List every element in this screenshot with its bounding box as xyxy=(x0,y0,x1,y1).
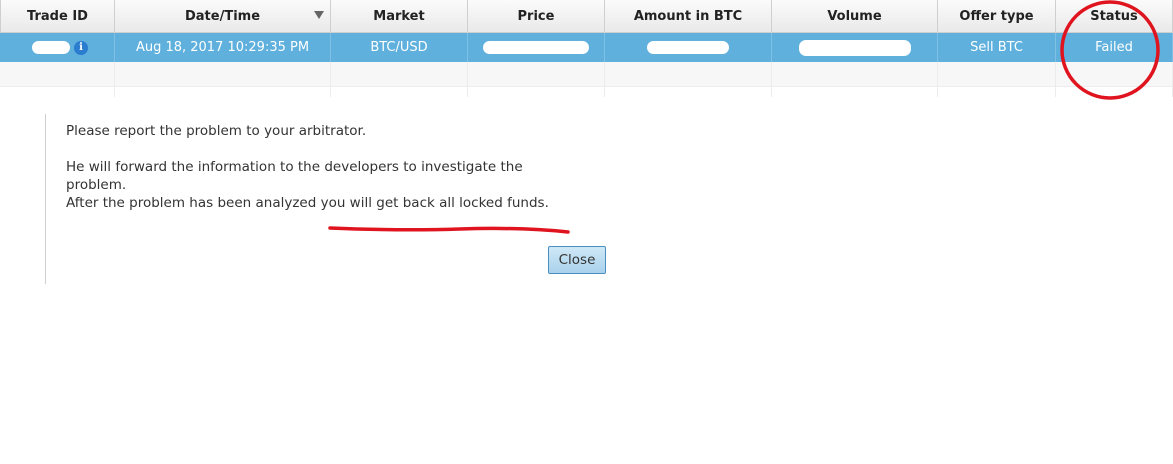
empty-cell xyxy=(605,62,772,86)
dialog-message: Please report the problem to your arbitr… xyxy=(66,122,566,212)
cell-offer-type: Sell BTC xyxy=(938,33,1056,62)
date-time-value: Aug 18, 2017 10:29:35 PM xyxy=(135,40,310,55)
header-amount[interactable]: Amount in BTC xyxy=(605,0,772,32)
header-volume[interactable]: Volume xyxy=(772,0,938,32)
header-market-label: Market xyxy=(373,8,425,24)
header-date-time[interactable]: Date/Time xyxy=(115,0,331,32)
empty-cell xyxy=(115,62,331,86)
cell-price xyxy=(468,33,605,62)
empty-cell xyxy=(605,87,772,97)
header-volume-label: Volume xyxy=(827,8,882,24)
empty-cell xyxy=(0,87,115,97)
table-header: Trade ID Date/Time Market Price Amount i… xyxy=(0,0,1173,33)
close-button[interactable]: Close xyxy=(548,246,606,274)
cell-volume xyxy=(772,33,938,62)
header-offer-type[interactable]: Offer type xyxy=(938,0,1056,32)
header-market[interactable]: Market xyxy=(331,0,468,32)
header-price[interactable]: Price xyxy=(468,0,605,32)
trades-table: Trade ID Date/Time Market Price Amount i… xyxy=(0,0,1173,97)
trade-history-page: Trade ID Date/Time Market Price Amount i… xyxy=(0,0,1173,464)
header-amount-label: Amount in BTC xyxy=(633,8,743,24)
header-price-label: Price xyxy=(517,8,555,24)
empty-cell xyxy=(331,87,468,97)
header-offer-type-label: Offer type xyxy=(959,8,1034,24)
dialog-line-report: Please report the problem to your arbitr… xyxy=(66,123,367,139)
offer-type-value: Sell BTC xyxy=(970,40,1023,55)
info-icon[interactable]: i xyxy=(74,40,88,55)
dialog-line-forward: He will forward the information to the d… xyxy=(66,159,523,193)
empty-cell xyxy=(772,62,938,86)
header-trade-id[interactable]: Trade ID xyxy=(0,0,115,32)
cell-market: BTC/USD xyxy=(331,33,468,62)
empty-cell xyxy=(468,87,605,97)
empty-cell xyxy=(115,87,331,97)
table-row-empty xyxy=(0,62,1173,87)
redacted-volume xyxy=(798,39,911,56)
dialog-line-funds: After the problem has been analyzed you … xyxy=(66,195,549,211)
error-dialog: Please report the problem to your arbitr… xyxy=(45,114,646,284)
header-date-time-label: Date/Time xyxy=(184,8,261,24)
empty-cell xyxy=(468,62,605,86)
header-status-label: Status xyxy=(1090,8,1138,24)
market-value: BTC/USD xyxy=(370,40,428,55)
table-row-spacer xyxy=(0,87,1173,97)
cell-date-time: Aug 18, 2017 10:29:35 PM xyxy=(115,33,331,62)
empty-cell xyxy=(1056,62,1173,86)
redacted-price xyxy=(483,41,589,54)
cell-amount xyxy=(605,33,772,62)
cell-status: Failed xyxy=(1056,33,1173,62)
cell-trade-id[interactable]: i xyxy=(0,33,115,62)
table-row[interactable]: i Aug 18, 2017 10:29:35 PM BTC/USD Sell … xyxy=(0,33,1173,62)
empty-cell xyxy=(772,87,938,97)
header-trade-id-label: Trade ID xyxy=(27,8,88,24)
empty-cell xyxy=(331,62,468,86)
empty-cell xyxy=(938,87,1056,97)
empty-cell xyxy=(0,62,115,86)
header-status[interactable]: Status xyxy=(1056,0,1173,32)
redacted-trade-id xyxy=(32,41,70,54)
sort-descending-icon xyxy=(314,11,324,19)
empty-cell xyxy=(938,62,1056,86)
redacted-amount xyxy=(647,41,729,54)
status-value: Failed xyxy=(1095,40,1133,55)
empty-cell xyxy=(1056,87,1173,97)
